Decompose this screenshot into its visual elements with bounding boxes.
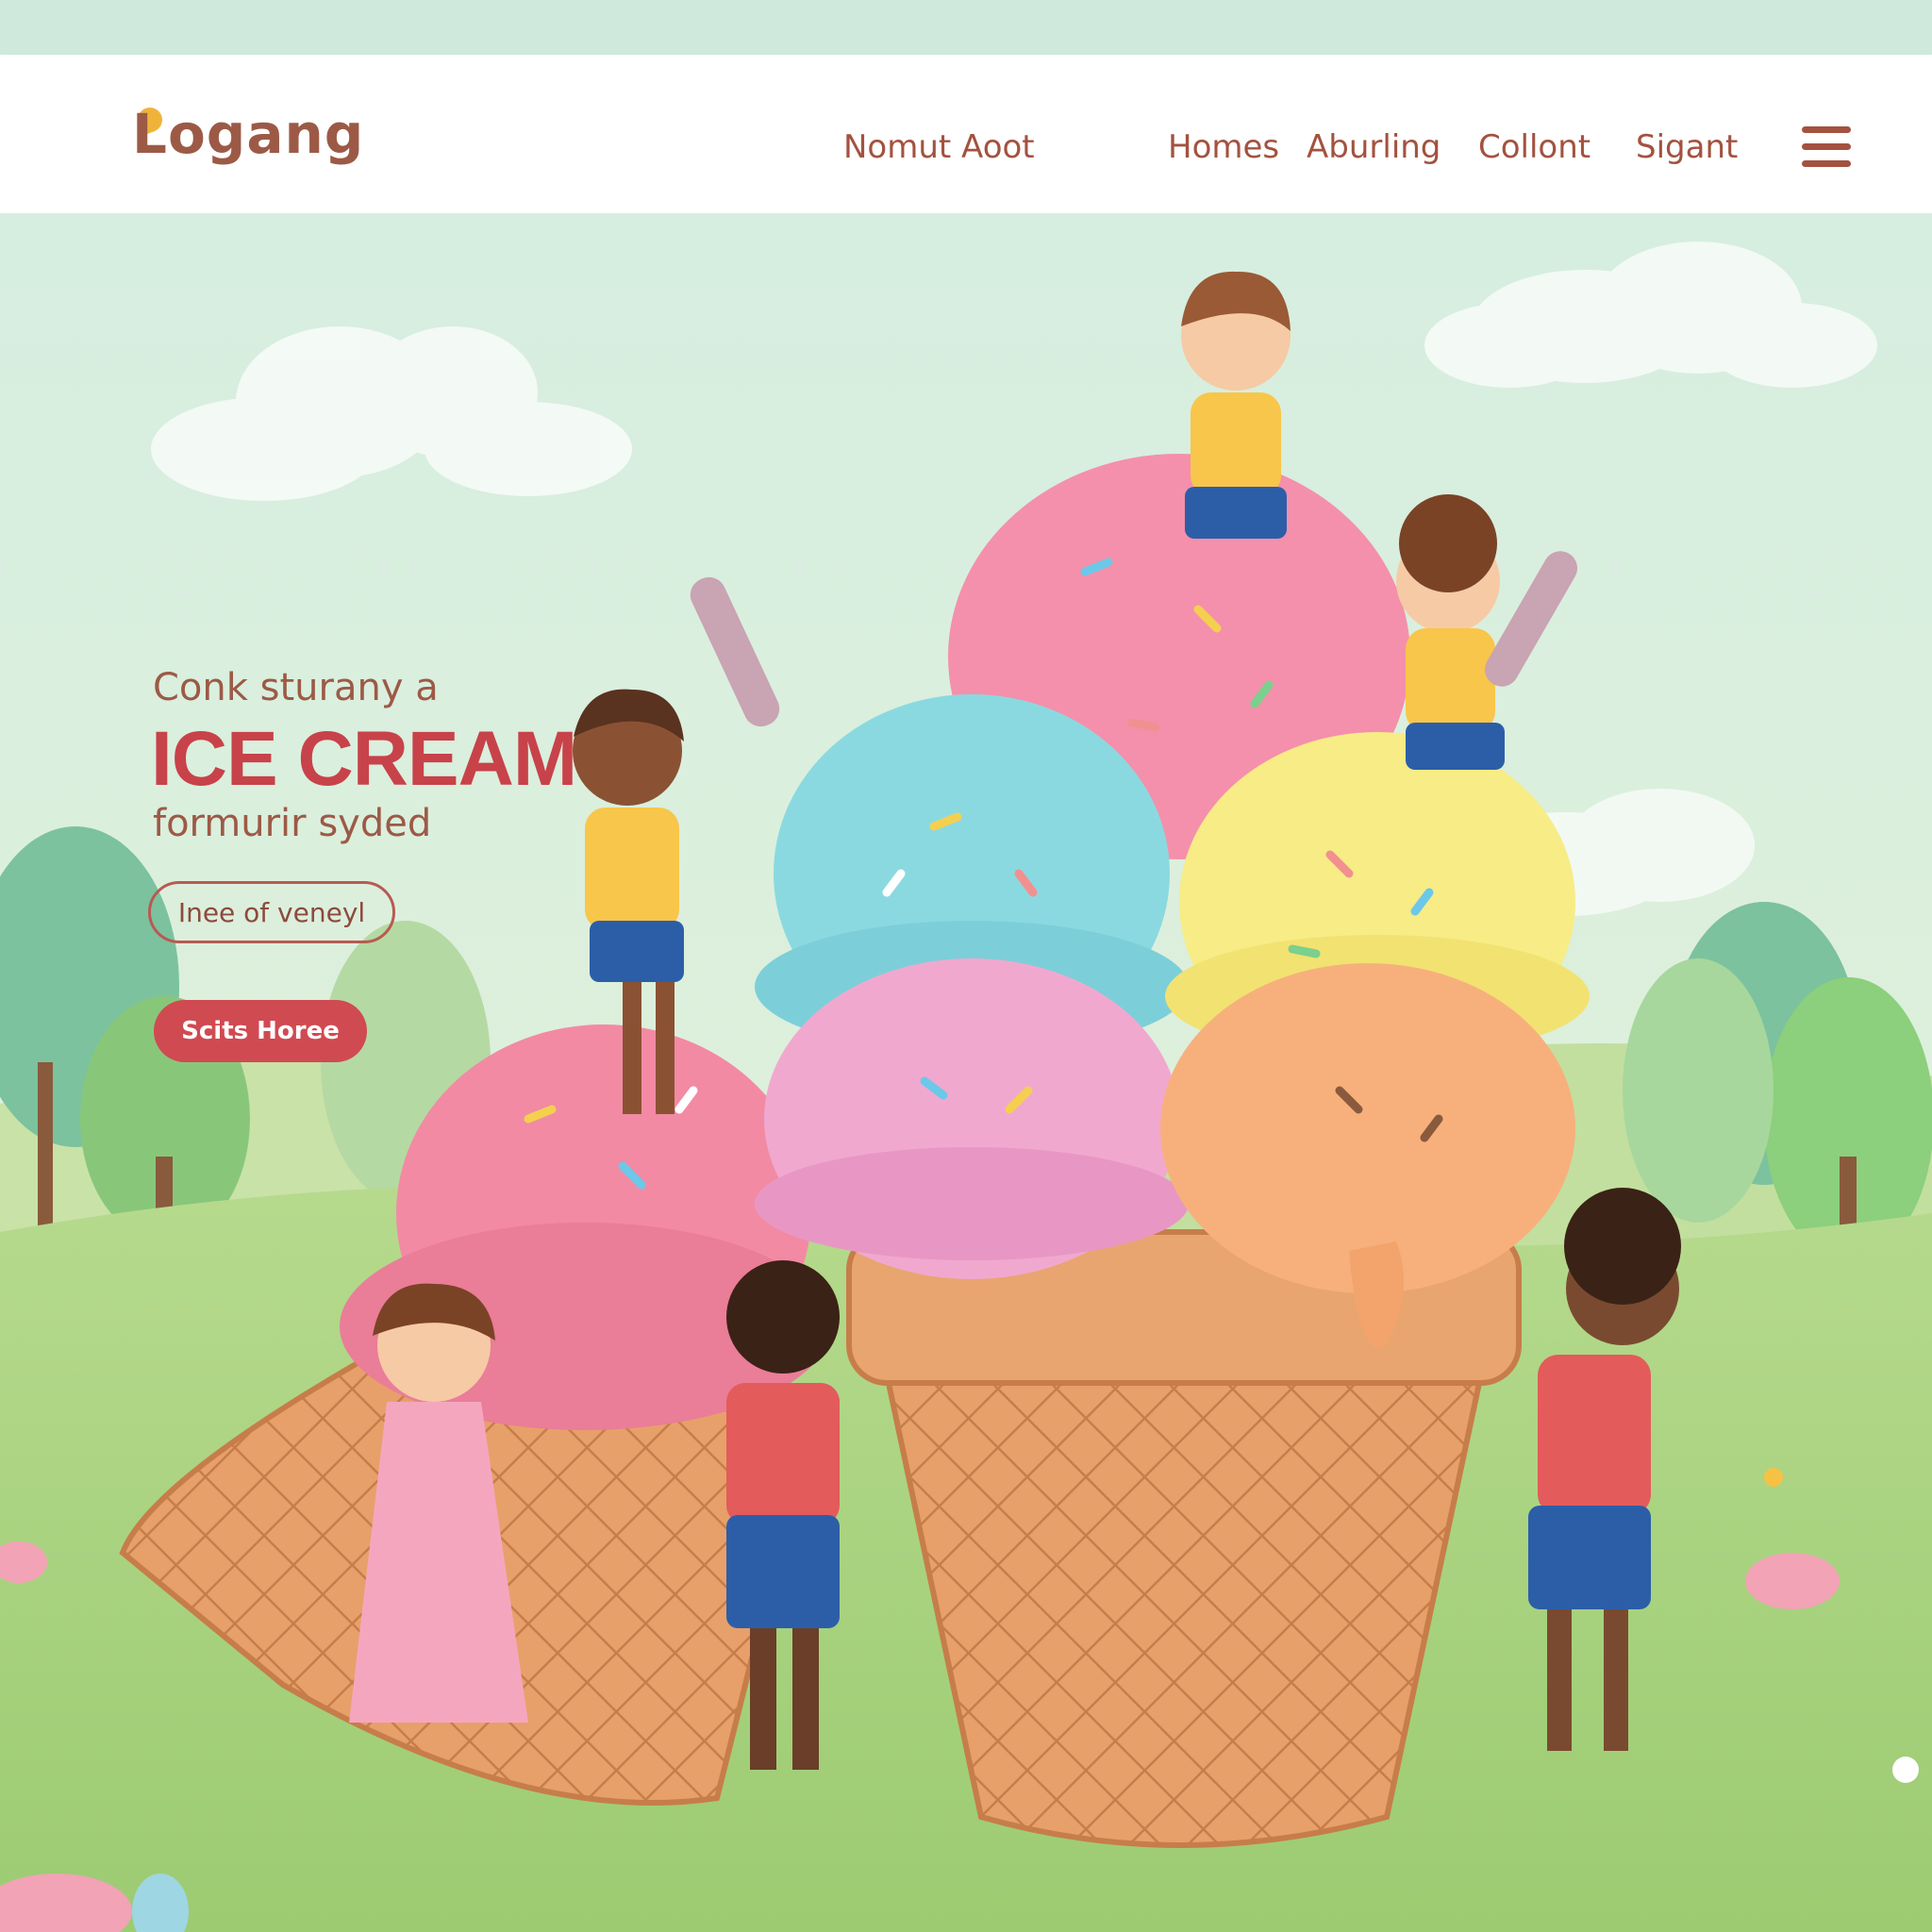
nav-link-homes[interactable]: Homes: [1168, 128, 1279, 166]
primary-cta-button[interactable]: Scits Horee: [154, 1000, 367, 1062]
nav-link-sigant[interactable]: Sigant: [1636, 128, 1738, 166]
flower: [1892, 1757, 1919, 1783]
flower: [1764, 1468, 1783, 1487]
nav-link-collont[interactable]: Collont: [1478, 128, 1591, 166]
hero-title: ICE CREAM: [151, 716, 577, 802]
top-strip: [0, 0, 1932, 55]
hero-subtitle: formurir syded: [153, 802, 432, 845]
navbar: Logang Nomut Aoot Homes Aburling Collont…: [0, 55, 1932, 213]
nav-link-nomut-aoot[interactable]: Nomut Aoot: [843, 128, 1035, 166]
mushroom: [1745, 1553, 1840, 1609]
nav-link-aburling[interactable]: Aburling: [1307, 128, 1441, 166]
hamburger-menu-icon[interactable]: [1802, 126, 1851, 170]
outline-cta-button[interactable]: Inee of veneyl: [148, 881, 395, 943]
hero-illustration: [0, 213, 1932, 1932]
hero-kicker: Conk sturany a: [153, 666, 439, 709]
tree: [1623, 958, 1774, 1223]
hero-section: Conk sturany a ICE CREAM formurir syded …: [0, 213, 1932, 1932]
logo[interactable]: Logang: [132, 102, 364, 166]
child-top: [1181, 271, 1291, 539]
